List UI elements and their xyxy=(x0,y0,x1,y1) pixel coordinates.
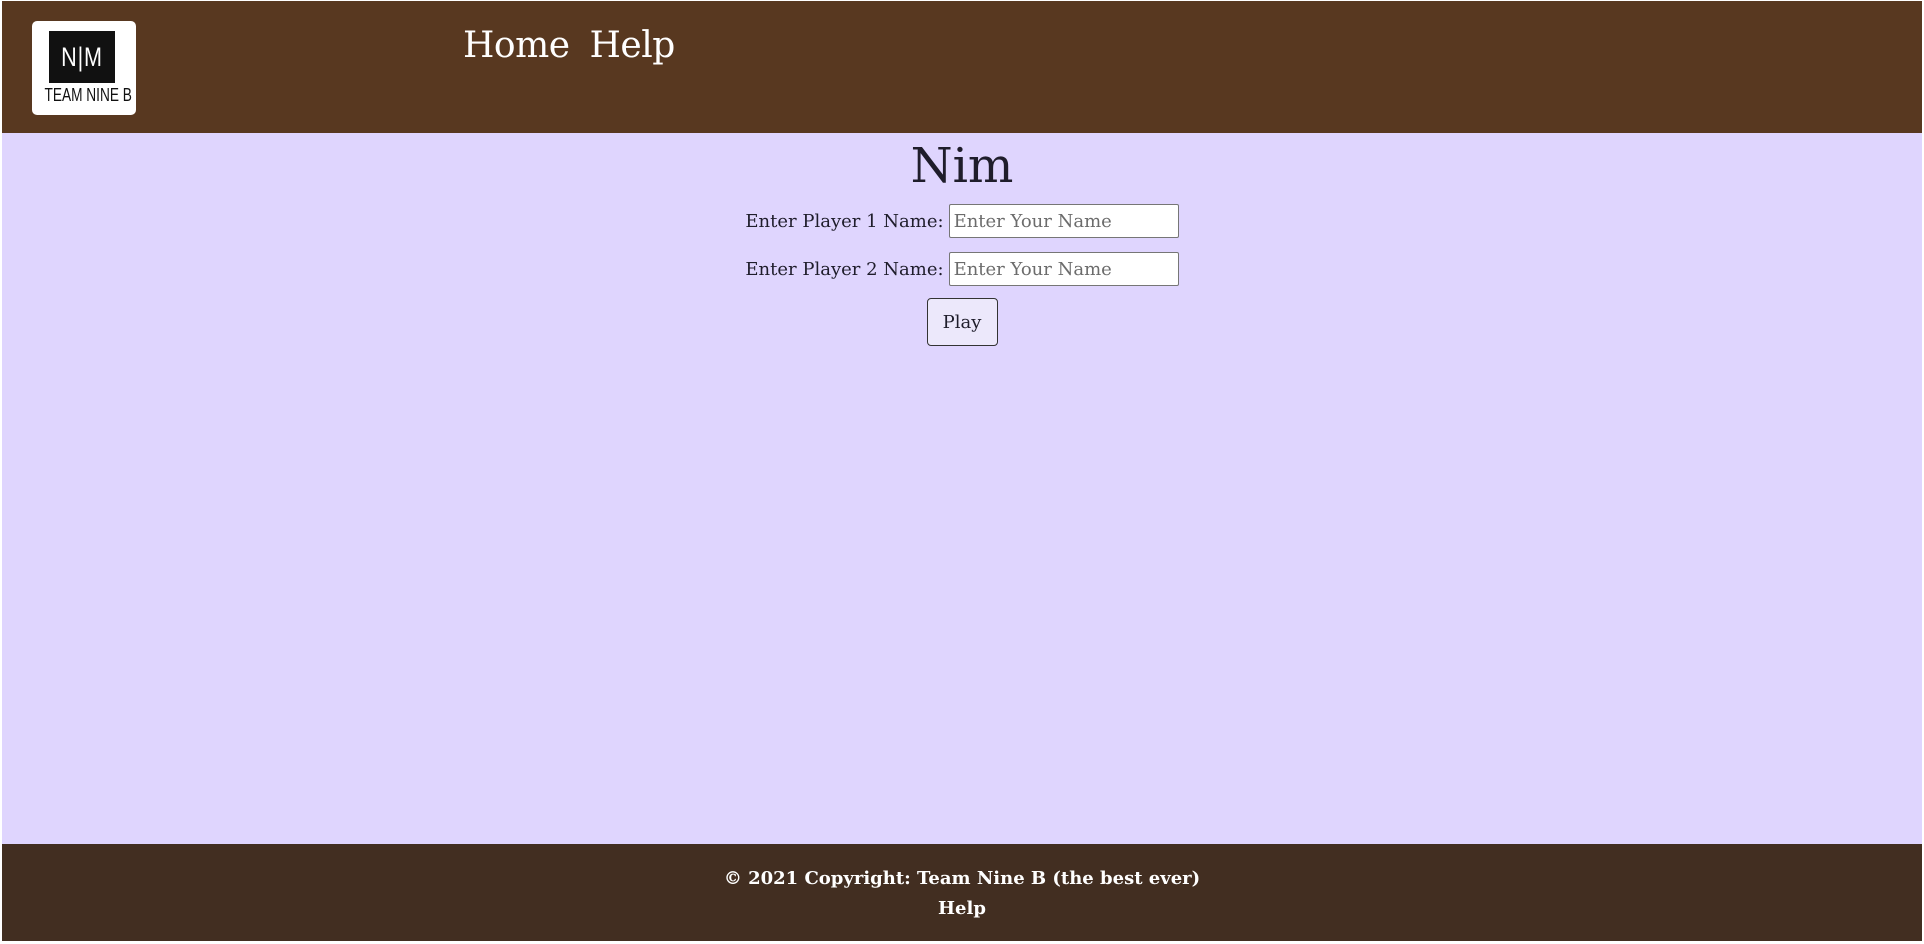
site-header: N|M TEAM NINE B Home Help xyxy=(2,1,1922,133)
logo-mark-box: N|M xyxy=(49,31,115,83)
nav-help-link[interactable]: Help xyxy=(590,21,676,71)
nav-home-link[interactable]: Home xyxy=(463,21,570,71)
logo-team-text: TEAM NINE B xyxy=(44,85,132,105)
player1-row: Enter Player 1 Name: xyxy=(2,204,1922,238)
main-content: Nim Enter Player 1 Name: Enter Player 2 … xyxy=(2,133,1922,844)
player2-name-input[interactable] xyxy=(948,252,1179,286)
player1-label: Enter Player 1 Name: xyxy=(745,210,944,232)
team-logo[interactable]: N|M TEAM NINE B xyxy=(32,21,136,115)
page: N|M TEAM NINE B Home Help Nim Enter Play… xyxy=(0,0,1924,944)
main-nav: Home Help xyxy=(463,21,675,71)
player2-row: Enter Player 2 Name: xyxy=(2,252,1922,286)
page-title: Nim xyxy=(910,138,1014,194)
player2-label: Enter Player 2 Name: xyxy=(745,258,944,280)
footer-copyright: © 2021 Copyright: Team Nine B (the best … xyxy=(723,868,1201,889)
logo-mark-text: N|M xyxy=(61,42,103,72)
player1-name-input[interactable] xyxy=(948,204,1179,238)
play-button[interactable]: Play xyxy=(926,298,998,346)
footer-help-link[interactable]: Help xyxy=(2,896,1922,922)
play-row: Play xyxy=(2,298,1922,346)
site-footer: © 2021 Copyright: Team Nine B (the best … xyxy=(2,844,1922,941)
